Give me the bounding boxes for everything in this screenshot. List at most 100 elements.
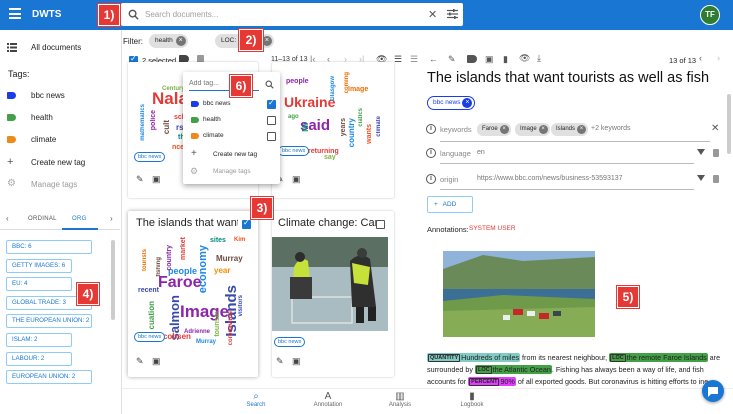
analysis-icon: ▥ xyxy=(395,391,405,402)
comment-icon[interactable]: ▣ xyxy=(152,174,161,185)
eye-icon[interactable]: 👁 xyxy=(519,53,530,64)
manage-tags-button[interactable]: ⚙ Manage tags xyxy=(0,175,120,195)
language-field[interactable]: i language en xyxy=(421,143,724,165)
nav-analysis[interactable]: ▥ Analysis xyxy=(370,391,430,408)
entity-quantity[interactable]: QUANTITY Hundreds of miles xyxy=(427,353,521,362)
card-checkbox[interactable] xyxy=(376,220,385,229)
filter-icon[interactable] xyxy=(697,175,705,181)
tag-checkbox[interactable] xyxy=(267,132,276,141)
nav-annotation[interactable]: A Annotation xyxy=(298,391,358,408)
document-tag-label: bbc news xyxy=(433,99,461,106)
close-icon[interactable]: × xyxy=(175,36,186,46)
tab-ordinal[interactable]: ORDINAL xyxy=(28,216,57,222)
tag-menu-manage[interactable]: ⚙ Manage tags xyxy=(183,164,280,180)
sidebar-tag-health[interactable]: health xyxy=(0,108,120,128)
nav-logbook[interactable]: ▮ Logbook xyxy=(442,391,502,408)
tag-icon xyxy=(7,136,16,143)
detail-scrollbar[interactable] xyxy=(727,94,731,154)
tag-icon[interactable] xyxy=(467,55,477,63)
close-icon[interactable]: × xyxy=(462,98,473,108)
download-icon[interactable]: ⤓ xyxy=(537,53,541,64)
sidebar-tag-climate[interactable]: climate xyxy=(0,130,120,150)
tune-icon[interactable] xyxy=(447,9,458,19)
comment-icon[interactable]: ▣ xyxy=(485,54,494,65)
avatar[interactable]: TF xyxy=(700,5,720,25)
close-icon[interactable]: × xyxy=(499,125,509,134)
tag-menu-create[interactable]: + Create new tag xyxy=(183,147,280,163)
close-icon[interactable]: × xyxy=(577,125,587,134)
next-doc-icon[interactable]: › xyxy=(717,53,720,63)
entity-loc[interactable]: LOC the Atlantic Ocean xyxy=(474,365,552,374)
tabs-prev-icon[interactable]: ‹ xyxy=(6,214,9,223)
document-card[interactable]: people Ukraine said Image Mr Glasgow yea… xyxy=(272,62,394,198)
annotations-user[interactable]: SYSTEM USER xyxy=(469,225,516,232)
comment-icon[interactable]: ▣ xyxy=(292,356,301,367)
comment-icon[interactable]: ▣ xyxy=(152,356,161,367)
tag-menu-item-health[interactable]: health xyxy=(183,112,280,128)
entity-chip[interactable]: LABOUR: 2 xyxy=(6,351,72,366)
entity-chip[interactable]: ISLAM: 2 xyxy=(6,332,72,347)
tag-checkbox[interactable] xyxy=(267,98,276,109)
tag-menu-item-climate[interactable]: climate xyxy=(183,128,280,144)
search-input[interactable] xyxy=(145,7,415,22)
edit-icon[interactable]: ✎ xyxy=(276,356,284,367)
tag-menu-item-bbc-news[interactable]: bbc news xyxy=(183,96,280,112)
word: Glasgow xyxy=(330,76,336,102)
document-tag-chip[interactable]: bbc news × xyxy=(427,96,476,110)
filter-icon[interactable] xyxy=(697,149,705,155)
edit-icon[interactable]: ✎ xyxy=(136,356,144,367)
keyword-chip[interactable]: Faroe × xyxy=(477,123,511,136)
filter-chip-health[interactable]: health × xyxy=(149,34,188,48)
grid-view-icon[interactable]: ☰ xyxy=(410,54,418,65)
close-icon[interactable]: ✕ xyxy=(711,123,719,134)
comment-icon[interactable]: ▣ xyxy=(292,174,301,185)
nav-search[interactable]: ⌕ Search xyxy=(226,391,286,408)
chat-button[interactable] xyxy=(702,380,724,402)
faroe-photo xyxy=(443,251,595,337)
climate-photo xyxy=(272,237,388,331)
search-box[interactable]: ✕ xyxy=(121,3,463,26)
add-metadata-button[interactable]: + ADD xyxy=(427,196,473,213)
back-icon[interactable]: ← xyxy=(429,54,438,64)
keyword-chip[interactable]: Islands × xyxy=(551,123,589,136)
delete-icon[interactable]: ▮ xyxy=(503,54,508,65)
delete-icon[interactable] xyxy=(713,175,719,183)
entity-scrollbar[interactable] xyxy=(111,240,115,320)
tag-checkbox[interactable] xyxy=(267,116,276,125)
tabs-next-icon[interactable]: › xyxy=(110,214,113,223)
list-view-icon[interactable]: ☰ xyxy=(394,54,402,65)
card-checkbox[interactable] xyxy=(242,218,251,229)
search-icon: ⌕ xyxy=(253,391,259,402)
word: cuation xyxy=(147,301,156,330)
close-icon[interactable]: × xyxy=(538,125,548,134)
delete-icon[interactable] xyxy=(713,149,719,157)
entity-chip[interactable]: EU: 4 xyxy=(6,277,72,292)
menu-icon[interactable] xyxy=(9,8,21,19)
prev-doc-icon[interactable]: ‹ xyxy=(699,53,702,63)
document-card[interactable]: Climate change: Carbo bbc news ✎ ▣ xyxy=(272,211,394,377)
word: Century xyxy=(162,86,185,92)
entity-chip[interactable]: EUROPEAN UNION: 2 xyxy=(6,370,92,385)
entity-chip[interactable]: BBC: 6 xyxy=(6,240,92,254)
tab-org[interactable]: ORG xyxy=(72,216,87,222)
entity-chip[interactable]: THE EUROPEAN UNION: 2 xyxy=(6,314,92,329)
keyword-chip[interactable]: Image × xyxy=(515,123,550,136)
create-tag-button[interactable]: + Create new tag xyxy=(0,153,120,173)
entity-loc[interactable]: LOC the remote Faroe Islands xyxy=(609,353,708,362)
sidebar-item-all-documents[interactable]: All documents xyxy=(0,38,120,58)
edit-icon[interactable]: ✎ xyxy=(448,54,456,65)
entity-chip[interactable]: GETTY IMAGES: 6 xyxy=(6,258,72,273)
edit-icon[interactable]: ✎ xyxy=(136,174,144,185)
close-icon[interactable]: × xyxy=(261,36,272,46)
word: market xyxy=(180,237,187,260)
clear-search-icon[interactable]: ✕ xyxy=(428,8,437,21)
keywords-field[interactable]: i keywords Faroe × Image × Islands × +2 key… xyxy=(421,119,724,143)
tag-menu-label: health xyxy=(203,116,221,123)
callout-3: 3) xyxy=(250,196,274,220)
card-image xyxy=(272,237,388,331)
sidebar-tag-bbc-news[interactable]: bbc news xyxy=(0,86,120,106)
entity-percent[interactable]: PERCENT 90% xyxy=(468,377,516,386)
keyword-label: Islands xyxy=(556,126,576,132)
origin-field[interactable]: i origin https://www.bbc.com/news/busine… xyxy=(421,169,724,191)
document-card[interactable]: The islands that want Faroe Image Island… xyxy=(128,211,258,377)
